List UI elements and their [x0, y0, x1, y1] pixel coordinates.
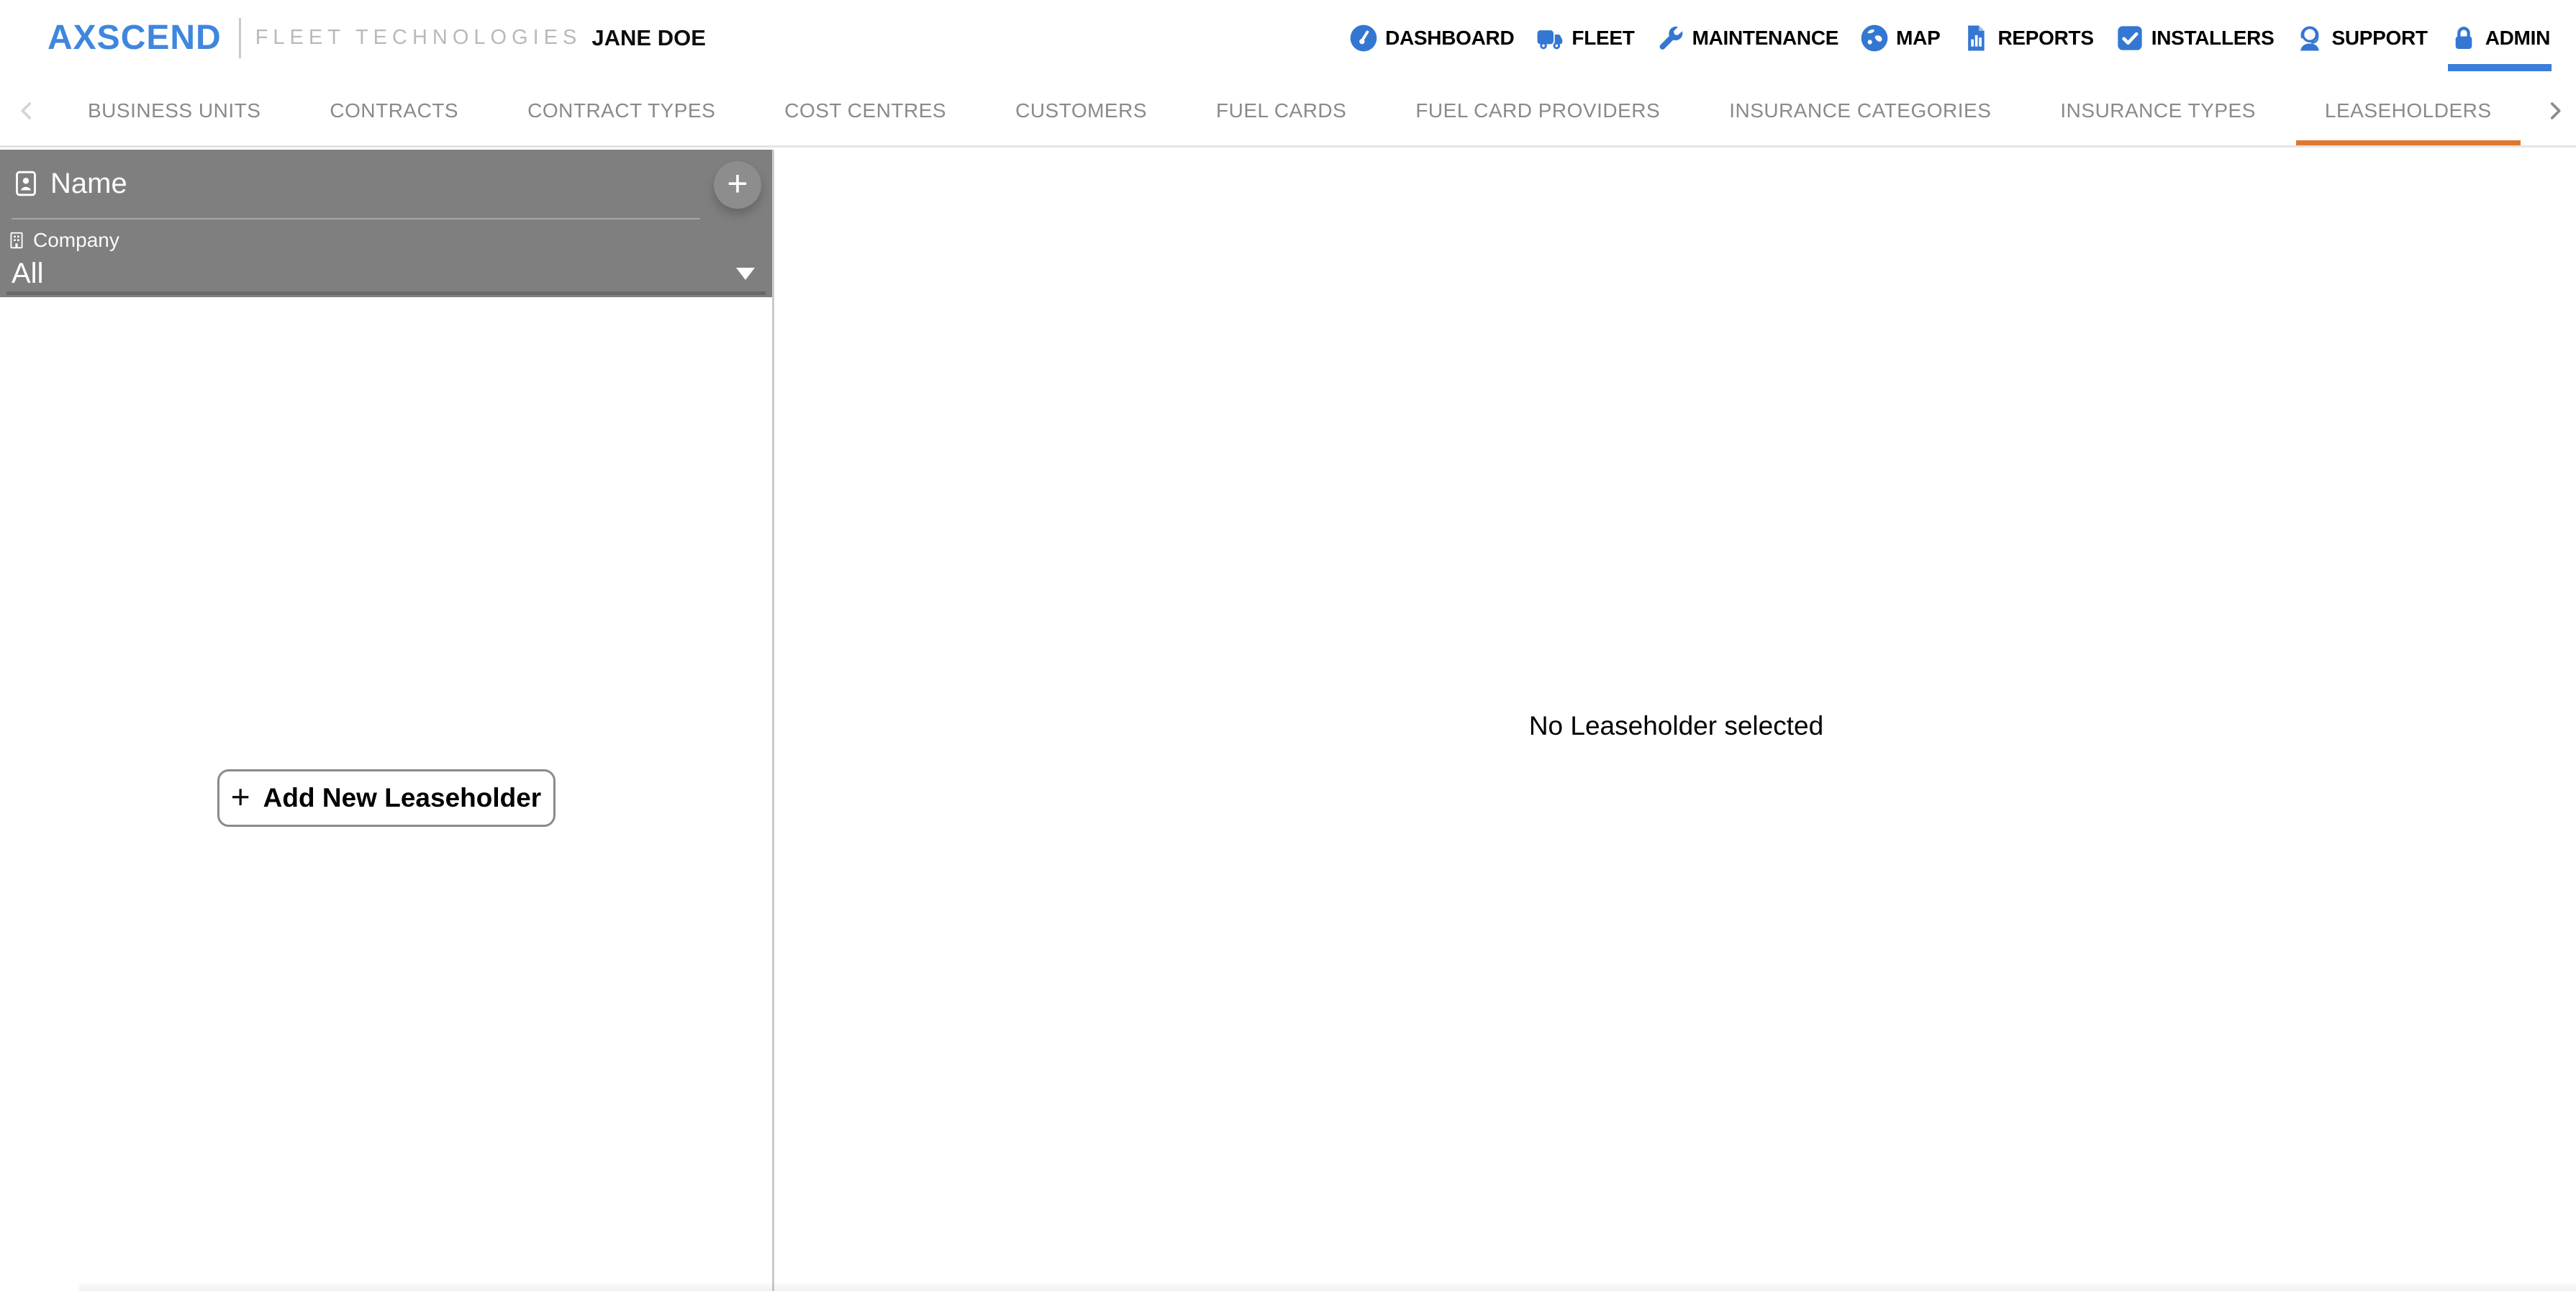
tab-insurance-types[interactable]: INSURANCE TYPES: [2031, 76, 2285, 145]
tab-leaseholders[interactable]: LEASEHOLDERS: [2296, 76, 2521, 145]
plus-icon: +: [727, 166, 748, 201]
report-icon: [1962, 24, 1990, 53]
nav-admin[interactable]: ADMIN: [2449, 24, 2550, 53]
nav-reports[interactable]: REPORTS: [1962, 24, 2093, 53]
tab-legal-clipped[interactable]: LEGA: [2532, 76, 2540, 145]
name-filter-input[interactable]: [50, 168, 693, 200]
nav-label: MAINTENANCE: [1692, 27, 1839, 50]
brand-subtitle: FLEET TECHNOLOGIES: [255, 26, 582, 50]
bottom-scroll-hint: [79, 1283, 2576, 1291]
globe-icon: [1860, 24, 1889, 53]
company-filter-select[interactable]: All: [12, 256, 755, 291]
company-filter-label-row: Company: [7, 229, 119, 252]
tabs-scroll-right-icon[interactable]: [2543, 99, 2567, 123]
leaseholder-detail-panel: No Leaseholder selected: [776, 150, 2576, 1291]
tab-business-units[interactable]: BUSINESS UNITS: [59, 76, 289, 145]
nav-label: FLEET: [1572, 27, 1634, 50]
company-filter-label: Company: [33, 229, 119, 252]
wrench-icon: [1656, 24, 1685, 53]
top-header: AXSCEND FLEET TECHNOLOGIES JANE DOE DASH…: [0, 0, 2576, 76]
nav-label: INSTALLERS: [2151, 27, 2275, 50]
checkbox-icon: [2115, 24, 2144, 53]
nav-label: SUPPORT: [2331, 27, 2427, 50]
add-leaseholder-fab-button[interactable]: +: [714, 161, 761, 209]
headset-icon: [2295, 24, 2324, 53]
empty-state-message: No Leaseholder selected: [776, 711, 2576, 741]
id-badge-icon: [12, 169, 40, 198]
leaseholder-list-sidebar: + Company All + Add New Leaseholder: [0, 150, 774, 1291]
truck-icon: [1536, 24, 1564, 53]
tab-fuel-cards[interactable]: FUEL CARDS: [1187, 76, 1375, 145]
tabs-scroll-left-icon[interactable]: [14, 99, 39, 123]
top-nav: DASHBOARD FLEET MAINTENANCE MAP: [1349, 24, 2550, 53]
plus-icon: +: [231, 780, 250, 813]
nav-label: ADMIN: [2485, 27, 2550, 50]
nav-map[interactable]: MAP: [1860, 24, 1940, 53]
nav-support[interactable]: SUPPORT: [2295, 24, 2427, 53]
nav-installers[interactable]: INSTALLERS: [2115, 24, 2275, 53]
gauge-icon: [1349, 24, 1378, 53]
company-select-underline: [6, 291, 766, 295]
tab-contracts[interactable]: CONTRACTS: [301, 76, 487, 145]
tab-contract-types[interactable]: CONTRACT TYPES: [499, 76, 744, 145]
user-name: JANE DOE: [591, 25, 705, 51]
filter-panel: + Company All: [0, 150, 772, 297]
company-filter-value: All: [12, 258, 43, 290]
nav-label: DASHBOARD: [1385, 27, 1514, 50]
tab-insurance-categories[interactable]: INSURANCE CATEGORIES: [1700, 76, 2020, 145]
admin-tab-bar: BUSINESS UNITS CONTRACTS CONTRACT TYPES …: [0, 76, 2576, 148]
tab-customers[interactable]: CUSTOMERS: [987, 76, 1176, 145]
nav-maintenance[interactable]: MAINTENANCE: [1656, 24, 1839, 53]
brand-logo: AXSCEND: [47, 18, 222, 58]
chevron-down-icon: [736, 268, 755, 280]
brand-divider: [239, 18, 241, 58]
lock-icon: [2449, 24, 2478, 53]
nav-fleet[interactable]: FLEET: [1536, 24, 1634, 53]
tab-strip: BUSINESS UNITS CONTRACTS CONTRACT TYPES …: [59, 76, 2540, 145]
tab-fuel-card-providers[interactable]: FUEL CARD PROVIDERS: [1387, 76, 1689, 145]
tab-cost-centres[interactable]: COST CENTRES: [756, 76, 975, 145]
building-icon: [7, 231, 26, 250]
name-filter-row: [0, 150, 693, 217]
name-input-underline: [12, 218, 700, 219]
nav-label: MAP: [1896, 27, 1940, 50]
add-new-leaseholder-button[interactable]: + Add New Leaseholder: [217, 769, 555, 827]
nav-label: REPORTS: [1997, 27, 2093, 50]
app-window: AXSCEND FLEET TECHNOLOGIES JANE DOE DASH…: [0, 0, 2576, 1291]
add-new-leaseholder-label: Add New Leaseholder: [263, 783, 542, 813]
nav-dashboard[interactable]: DASHBOARD: [1349, 24, 1514, 53]
